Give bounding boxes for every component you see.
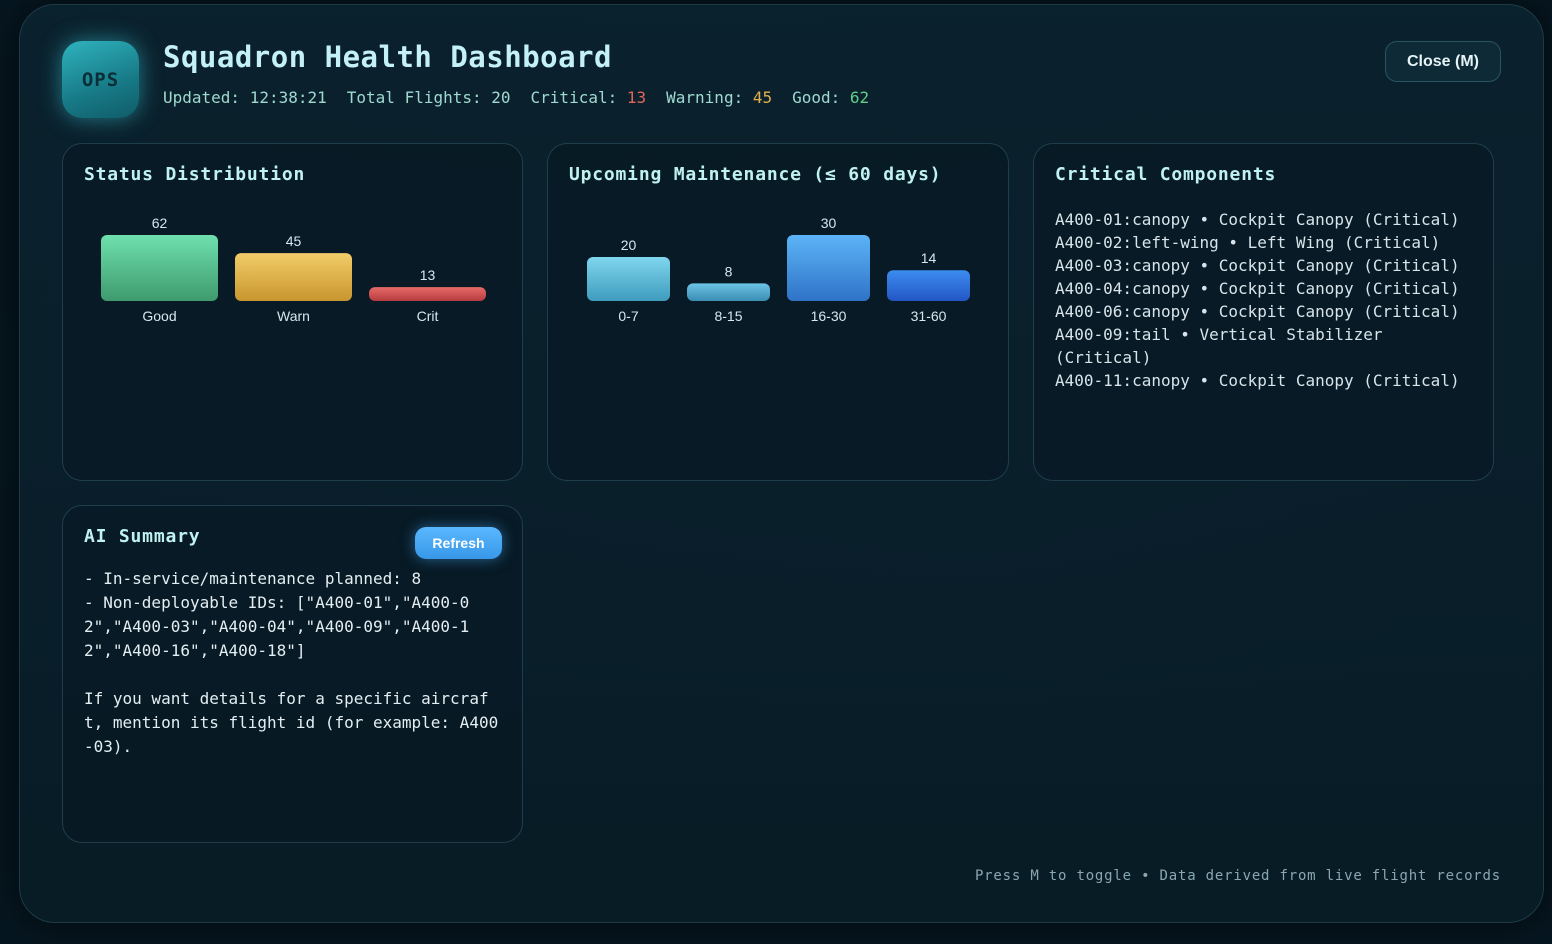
list-item: A400-02:left-wing • Left Wing (Critical) bbox=[1055, 233, 1441, 252]
bar-0-7 bbox=[587, 257, 670, 301]
list-item: A400-09:tail • Vertical Stabilizer (Crit… bbox=[1055, 325, 1383, 367]
bar-value-label: 13 bbox=[420, 267, 436, 283]
list-item: A400-04:canopy • Cockpit Canopy (Critica… bbox=[1055, 279, 1460, 298]
upcoming-maintenance-card: Upcoming Maintenance (≤ 60 days) 20 0-7 8 8… bbox=[547, 143, 1009, 481]
ai-summary-card: AI Summary Refresh - In-service/maintena… bbox=[62, 505, 523, 843]
good-label: Good: bbox=[792, 88, 841, 107]
bar-value-label: 30 bbox=[821, 215, 837, 231]
bar-crit bbox=[369, 287, 486, 301]
bar-value-label: 14 bbox=[921, 250, 937, 266]
critical-components-list: A400-01:canopy • Cockpit Canopy (Critica… bbox=[1055, 208, 1475, 392]
category-label: 16-30 bbox=[811, 308, 847, 324]
status-distribution-card: Status Distribution 62 Good 45 Warn 13 Crit bbox=[62, 143, 523, 481]
total-flights-label: Total Flights: bbox=[346, 88, 482, 107]
ops-logo: OPS bbox=[62, 41, 139, 118]
list-item: A400-06:canopy • Cockpit Canopy (Critica… bbox=[1055, 302, 1460, 321]
good-count: 62 bbox=[849, 88, 870, 107]
bar-warn bbox=[235, 253, 352, 301]
critical-components-card: Critical Components A400-01:canopy • Coc… bbox=[1033, 143, 1494, 481]
list-item: A400-11:canopy • Cockpit Canopy (Critica… bbox=[1055, 371, 1460, 390]
list-item: A400-03:canopy • Cockpit Canopy (Critica… bbox=[1055, 256, 1460, 275]
status-distribution-chart: 62 Good 45 Warn 13 Crit bbox=[101, 215, 486, 324]
critical-components-title: Critical Components bbox=[1055, 164, 1277, 185]
page-title: Squadron Health Dashboard bbox=[163, 40, 612, 74]
bar-8-15 bbox=[687, 283, 770, 301]
bar-value-label: 8 bbox=[725, 263, 733, 279]
bar-value-label: 45 bbox=[286, 233, 302, 249]
ai-summary-title: AI Summary bbox=[84, 526, 201, 547]
category-label: 31-60 bbox=[911, 308, 947, 324]
category-label: Warn bbox=[277, 308, 310, 324]
warning-label: Warning: bbox=[666, 88, 744, 107]
bar-good bbox=[101, 235, 218, 301]
category-label: Good bbox=[142, 308, 176, 324]
updated-value: 12:38:21 bbox=[249, 88, 327, 107]
footer-hint: Press M to toggle • Data derived from li… bbox=[974, 868, 1501, 884]
bar-16-30 bbox=[787, 235, 870, 301]
bar-31-60 bbox=[887, 270, 970, 301]
upcoming-maintenance-chart: 20 0-7 8 8-15 30 16-30 14 31-60 bbox=[587, 215, 970, 324]
ai-summary-text: - In-service/maintenance planned: 8 - No… bbox=[84, 569, 499, 756]
warning-count: 45 bbox=[752, 88, 773, 107]
updated-label: Updated: bbox=[163, 88, 241, 107]
bar-value-label: 20 bbox=[621, 237, 637, 253]
total-flights-value: 20 bbox=[491, 88, 511, 107]
category-label: 0-7 bbox=[618, 308, 638, 324]
category-label: 8-15 bbox=[714, 308, 742, 324]
critical-count: 13 bbox=[626, 88, 647, 107]
critical-label: Critical: bbox=[530, 88, 618, 107]
header-stats: Updated: 12:38:21 Total Flights: 20 Critic… bbox=[163, 88, 869, 107]
list-item: A400-01:canopy • Cockpit Canopy (Critica… bbox=[1055, 210, 1460, 229]
bar-value-label: 62 bbox=[152, 215, 168, 231]
close-button[interactable]: Close (M) bbox=[1385, 41, 1501, 82]
category-label: Crit bbox=[417, 308, 439, 324]
refresh-button[interactable]: Refresh bbox=[415, 527, 502, 559]
